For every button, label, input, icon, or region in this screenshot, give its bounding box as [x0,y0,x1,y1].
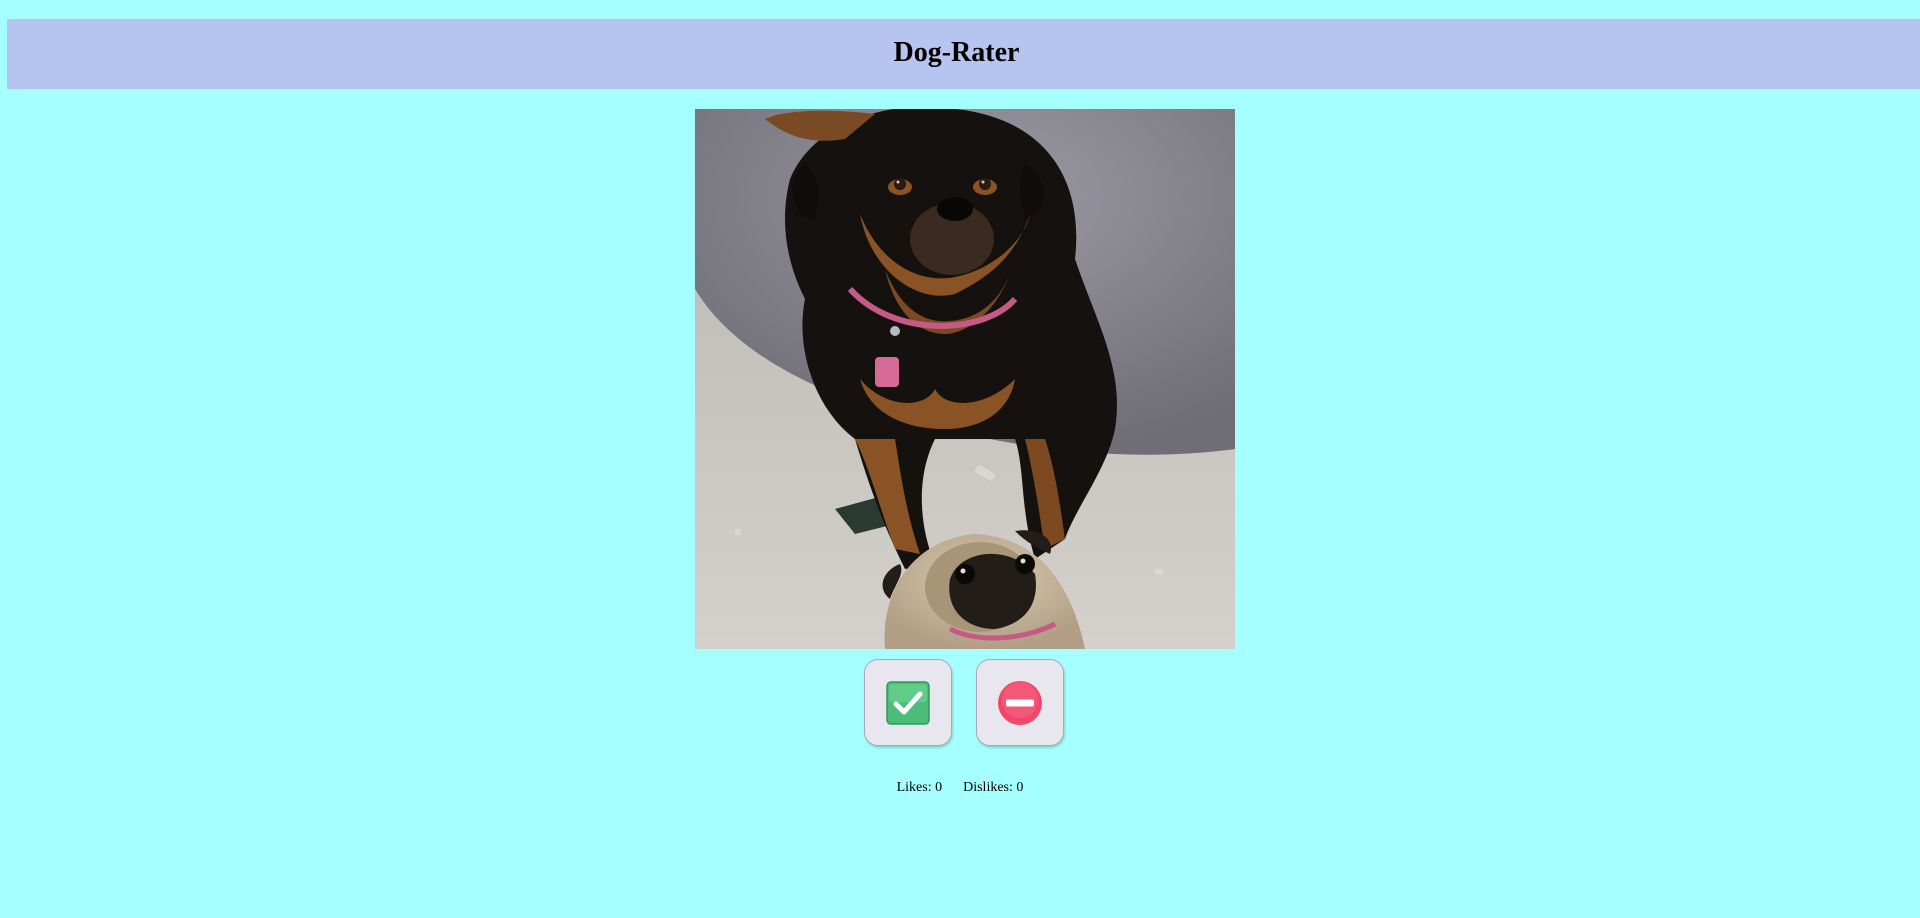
check-mark-icon [886,680,930,725]
no-entry-icon [998,680,1042,725]
page-title: Dog-Rater [893,37,1020,68]
likes-label: Likes: [896,780,932,795]
dislikes-label: Dislikes: [963,780,1013,795]
like-button[interactable] [864,659,952,746]
app-header: Dog-Rater [7,19,1920,89]
dislike-button[interactable] [976,659,1064,746]
dislikes-count: 0 [1016,780,1024,795]
rating-stats: Likes: 0 Dislikes: 0 [0,780,1920,796]
likes-count: 0 [935,780,943,795]
dog-photo [695,109,1235,649]
